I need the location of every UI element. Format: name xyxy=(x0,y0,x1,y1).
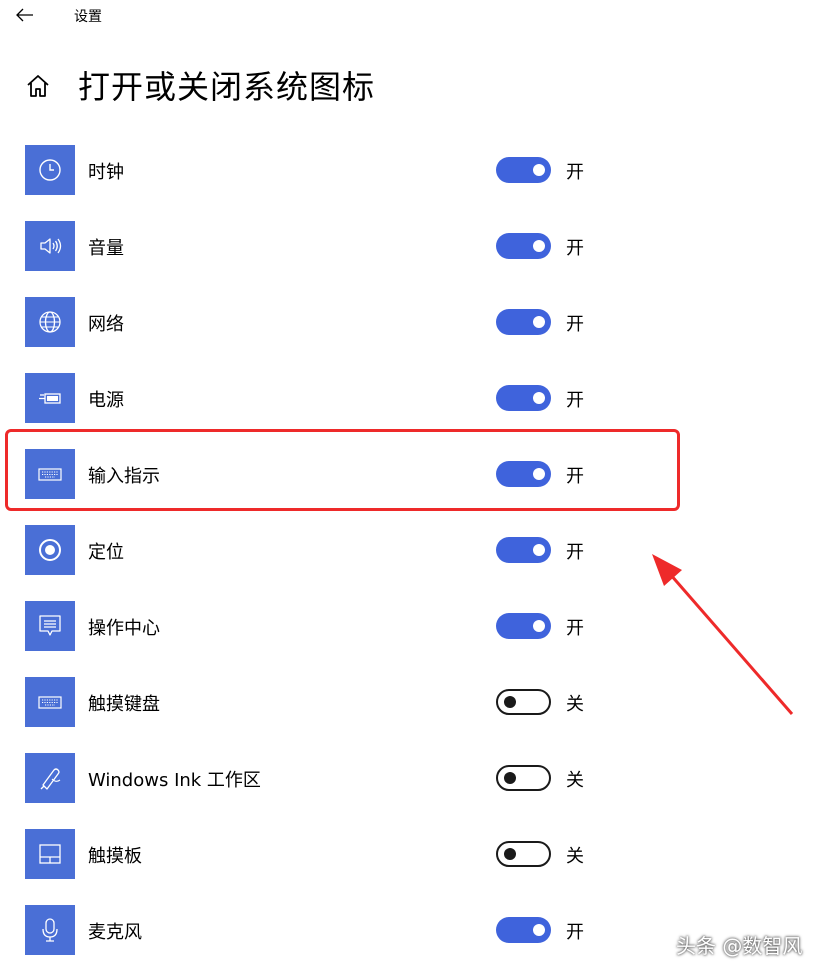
volume-icon xyxy=(25,221,75,271)
clock-icon xyxy=(25,145,75,195)
watermark: 头条 @数智风 xyxy=(676,934,803,958)
location-icon xyxy=(25,525,75,575)
touch-keyboard-toggle[interactable] xyxy=(496,689,551,715)
toggle-state-text: 开 xyxy=(566,238,584,259)
back-arrow-icon xyxy=(16,8,33,22)
highlight-box xyxy=(5,429,680,511)
touchpad-toggle[interactable] xyxy=(496,841,551,867)
microphone-icon xyxy=(25,905,75,955)
location-toggle[interactable] xyxy=(496,537,551,563)
toggle-state-text: 开 xyxy=(566,390,584,411)
toggle-knob xyxy=(533,316,545,328)
toggle-knob xyxy=(533,392,545,404)
toggle-knob xyxy=(533,544,545,556)
toggle-knob xyxy=(504,772,516,784)
toggle-state-text: 关 xyxy=(566,846,584,867)
setting-label: 网络 xyxy=(88,314,124,335)
setting-label: 时钟 xyxy=(88,162,124,183)
back-button[interactable] xyxy=(10,2,40,28)
toggle-knob xyxy=(504,696,516,708)
toggle-knob xyxy=(504,848,516,860)
annotation-arrow xyxy=(652,554,794,715)
setting-label: 操作中心 xyxy=(88,618,160,639)
toggle-knob xyxy=(533,240,545,252)
setting-row-clock: 时钟 开 xyxy=(0,145,826,197)
volume-toggle[interactable] xyxy=(496,233,551,259)
toggle-state-text: 开 xyxy=(566,618,584,639)
setting-row-touchpad: 触摸板 关 xyxy=(0,829,826,881)
setting-row-power: 电源 开 xyxy=(0,373,826,425)
home-icon[interactable] xyxy=(24,72,52,100)
setting-row-network: 网络 开 xyxy=(0,297,826,349)
globe-icon xyxy=(25,297,75,347)
setting-label: 音量 xyxy=(88,238,124,259)
setting-label: Windows Ink 工作区 xyxy=(88,770,261,791)
toggle-state-text: 关 xyxy=(566,694,584,715)
network-toggle[interactable] xyxy=(496,309,551,335)
power-toggle[interactable] xyxy=(496,385,551,411)
keyboard-icon xyxy=(25,677,75,727)
pen-icon xyxy=(25,753,75,803)
toggle-state-text: 开 xyxy=(566,314,584,335)
page-title: 打开或关闭系统图标 xyxy=(78,68,376,106)
toggle-state-text: 关 xyxy=(566,770,584,791)
title-bar: 设置 xyxy=(0,0,826,32)
clock-toggle[interactable] xyxy=(496,157,551,183)
toggle-state-text: 开 xyxy=(566,162,584,183)
setting-label: 触摸键盘 xyxy=(88,694,160,715)
setting-row-volume: 音量 开 xyxy=(0,221,826,273)
setting-label: 定位 xyxy=(88,542,124,563)
windows-ink-toggle[interactable] xyxy=(496,765,551,791)
toggle-state-text: 开 xyxy=(566,922,584,943)
toggle-knob xyxy=(533,924,545,936)
toggle-knob xyxy=(533,164,545,176)
microphone-toggle[interactable] xyxy=(496,917,551,943)
setting-label: 电源 xyxy=(88,390,124,411)
action-center-icon xyxy=(25,601,75,651)
toggle-state-text: 开 xyxy=(566,542,584,563)
window-title: 设置 xyxy=(74,9,102,25)
action-center-toggle[interactable] xyxy=(496,613,551,639)
battery-icon xyxy=(25,373,75,423)
setting-label: 麦克风 xyxy=(88,922,142,943)
setting-label: 触摸板 xyxy=(88,846,142,867)
toggle-knob xyxy=(533,620,545,632)
setting-row-windows-ink: Windows Ink 工作区 关 xyxy=(0,753,826,805)
touchpad-icon xyxy=(25,829,75,879)
